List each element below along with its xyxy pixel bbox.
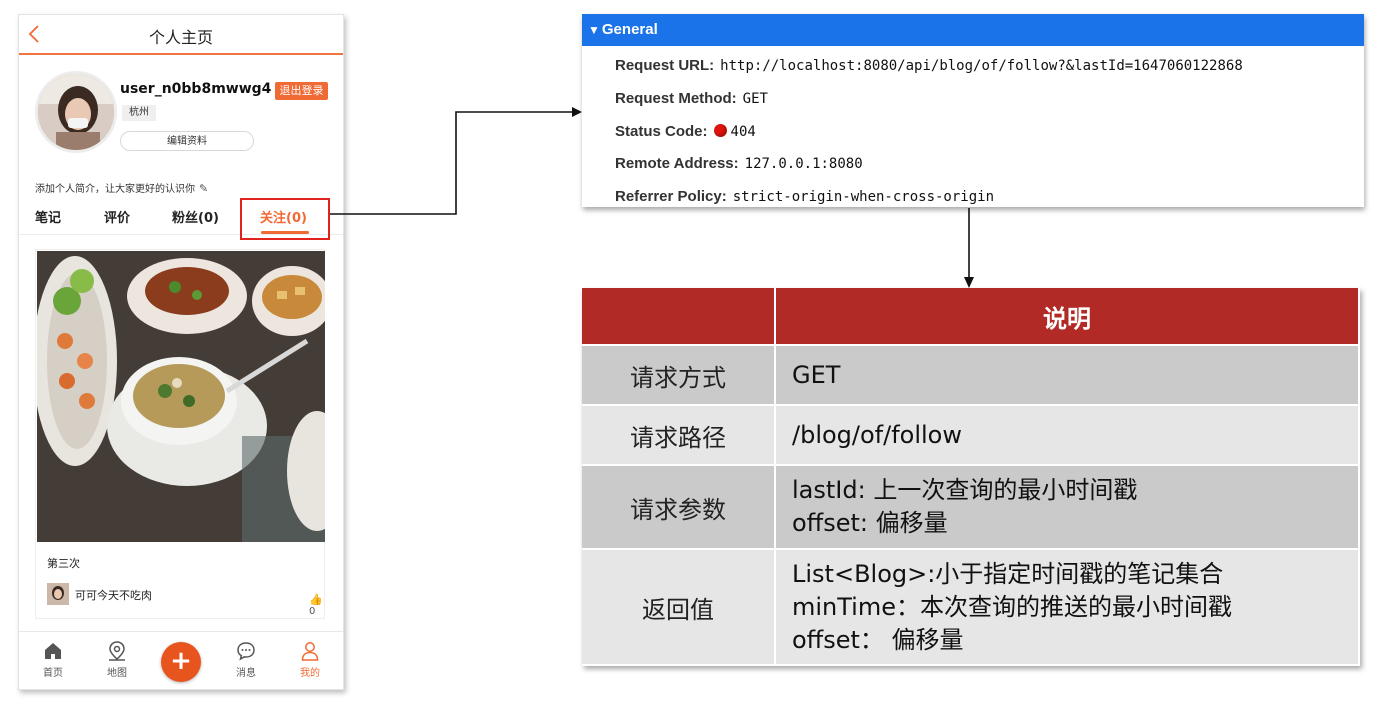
referrer-policy-value: strict-origin-when-cross-origin [732, 189, 995, 205]
status-dot-icon [713, 124, 727, 137]
status-code-label: Status Code: [615, 123, 708, 140]
api-info-table: 说明 请求方式 GET 请求路径 /blog/of/follow 请求参数 la… [582, 288, 1360, 666]
row-value-line: List<Blog>:小于指定时间戳的笔记集合 [792, 559, 1224, 588]
status-code-value: 404 [730, 124, 756, 140]
remote-address-label: Remote Address: [615, 155, 739, 172]
row-value-line: offset： 偏移量 [792, 625, 964, 654]
row-key: 请求路径 [582, 406, 776, 466]
row-key: 请求方式 [582, 346, 776, 406]
row-value: lastId: 上一次查询的最小时间戳 offset: 偏移量 [776, 466, 1360, 550]
row-value-line: offset: 偏移量 [792, 509, 948, 537]
table-header-key [582, 288, 776, 346]
table-header-description: 说明 [776, 288, 1360, 346]
request-method-row: Request Method: GET [615, 89, 768, 107]
table-row: 返回值 List<Blog>:小于指定时间戳的笔记集合 minTime：本次查询… [582, 550, 1360, 666]
referrer-policy-row: Referrer Policy: strict-origin-when-cross… [615, 187, 994, 205]
triangle-down-icon: ▼ [588, 23, 600, 37]
table-row: 请求路径 /blog/of/follow [582, 406, 1360, 466]
request-method-value: GET [742, 91, 768, 107]
row-value-line: lastId: 上一次查询的最小时间戳 [792, 476, 1138, 504]
row-key: 请求参数 [582, 466, 776, 550]
request-url-label: Request URL: [615, 57, 715, 74]
remote-address-value: 127.0.0.1:8080 [744, 156, 863, 172]
row-value-line: GET [792, 360, 841, 389]
devtools-general-panel: ▼ General Request URL: http://localhost:80… [582, 14, 1364, 207]
request-url-value: http://localhost:8080/api/blog/of/follow… [720, 58, 1243, 74]
row-value-line: minTime：本次查询的推送的最小时间戳 [792, 592, 1232, 621]
table-header-row: 说明 [582, 288, 1360, 346]
remote-address-row: Remote Address: 127.0.0.1:8080 [615, 154, 863, 172]
row-key: 返回值 [582, 550, 776, 666]
status-code-row: Status Code: 404 [615, 122, 756, 140]
row-value: List<Blog>:小于指定时间戳的笔记集合 minTime：本次查询的推送的… [776, 550, 1360, 666]
request-url-row: Request URL: http://localhost:8080/api/bl… [615, 56, 1243, 74]
row-value: /blog/of/follow [776, 406, 1360, 466]
request-method-label: Request Method: [615, 90, 737, 107]
table-row: 请求方式 GET [582, 346, 1360, 406]
general-title: General [601, 21, 658, 38]
row-value: GET [776, 346, 1360, 406]
row-value-line: /blog/of/follow [792, 420, 962, 449]
referrer-policy-label: Referrer Policy: [615, 188, 727, 205]
general-section-header[interactable]: ▼ General [582, 14, 1364, 46]
table-row: 请求参数 lastId: 上一次查询的最小时间戳 offset: 偏移量 [582, 466, 1360, 550]
